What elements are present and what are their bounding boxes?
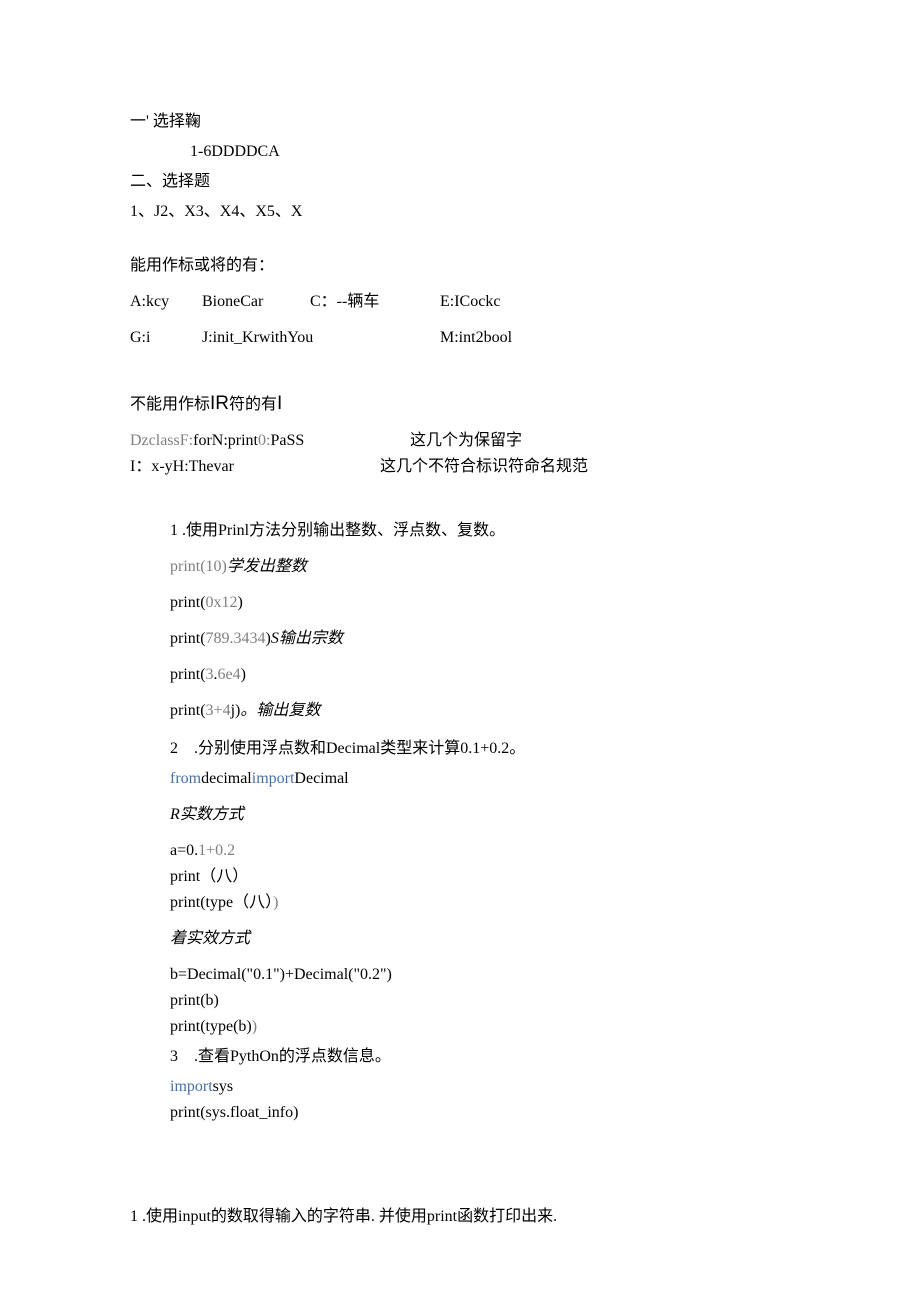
q1-l3-d: S输出宗数 <box>271 630 343 647</box>
q2-l1: a=0.1+0.2 <box>170 839 790 863</box>
cannot-left-1d: PaSS <box>270 432 304 449</box>
footer-line: 1 .使用input的数取得输入的字符串. 并使用print函数打印出来. <box>130 1205 790 1229</box>
q1-l4-d: 6e4 <box>218 666 241 683</box>
cannot-title: 不能用作标IR符的有I <box>130 390 790 419</box>
q2-l5: print(b) <box>170 989 790 1013</box>
q1-line-4: print(3.6e4) <box>170 663 790 687</box>
document-page: 一' 选择鞠 1-6DDDDCA 二、选择题 1、J2、X3、X4、X5、X 能… <box>0 0 920 1301</box>
q1-l2-b: 0x12 <box>206 594 238 611</box>
q2-imp-d: Decimal <box>294 770 348 787</box>
cannot-left-1b: forN:print <box>193 432 258 449</box>
q2-l6-b: ) <box>252 1018 257 1035</box>
heading-1: 一' 选择鞠 <box>130 110 790 134</box>
q1-l4-b: 3 <box>206 666 214 683</box>
cell-j: J:init_KrwithYou <box>202 326 440 350</box>
q2-sub2: 着实效方式 <box>170 927 790 951</box>
q3-l1: importsys <box>170 1075 790 1099</box>
q2-l6: print(type(b)) <box>170 1015 790 1039</box>
q1-line-1: print(10)学发出整数 <box>170 555 790 579</box>
q1-line-5: print(3+4j)。输出复数 <box>170 699 790 723</box>
cannot-title-c: 符的有 <box>229 396 277 413</box>
q1-l5-a: print( <box>170 702 206 719</box>
footer-question: 1 .使用input的数取得输入的字符串. 并使用print函数打印出来. <box>130 1205 790 1229</box>
q2-l3-a: print(type（八） <box>170 894 273 911</box>
q1-l5-b: 3+4 <box>206 702 231 719</box>
heading-1-prefix: 一' <box>130 113 149 130</box>
q1-title: 1 .使用Prinl方法分别输出整数、浮点数、复数。 <box>170 519 790 543</box>
q2-l1-a: a=0. <box>170 842 198 859</box>
cell-g: G:i <box>130 326 202 350</box>
q1-l2-a: print( <box>170 594 206 611</box>
cannot-title-d: I <box>277 393 282 414</box>
cannot-left-1c: 0: <box>258 432 270 449</box>
can-use-title: 能用作标或将的有： <box>130 254 790 278</box>
q2-l1-b: 1+0.2 <box>198 842 235 859</box>
q3-l2: print(sys.float_info) <box>170 1101 790 1125</box>
cannot-title-a: 不能用作标 <box>130 396 210 413</box>
cell-c: C：--辆车 <box>310 290 440 314</box>
question-1: 1 .使用Prinl方法分别输出整数、浮点数、复数。 print(10)学发出整… <box>130 519 790 723</box>
q2-l4: b=Decimal("0.1")+Decimal("0.2") <box>170 963 790 987</box>
cannot-left-1a: DzclassF: <box>130 432 193 449</box>
q1-l5-d: 。 <box>240 702 256 719</box>
q1-l4-a: print( <box>170 666 206 683</box>
cannot-right-2: 这几个不符合标识符命名规范 <box>380 455 588 479</box>
can-use-row-1: A:kcy BioneCar C：--辆车 E:ICockc <box>130 290 790 314</box>
section-cannot-use: 不能用作标IR符的有I DzclassF:forN:print0:PaSS 这几… <box>130 390 790 479</box>
q1-l1-a: print(10) <box>170 558 227 575</box>
q2-title: 2 .分别使用浮点数和Decimal类型来计算0.1+0.2。 <box>170 737 790 761</box>
q2-l3: print(type（八）) <box>170 891 790 915</box>
line-judge: 1、J2、X3、X4、X5、X <box>130 200 790 224</box>
can-use-row-2: G:i J:init_KrwithYou M:int2bool <box>130 326 790 350</box>
cannot-row-1: DzclassF:forN:print0:PaSS 这几个为保留字 <box>130 429 790 453</box>
q3-l1-a: import <box>170 1078 213 1095</box>
cannot-left-2: I：x-yH:Thevar <box>130 455 380 479</box>
q1-l5-c: j) <box>231 702 241 719</box>
cell-e: E:ICockc <box>440 290 500 314</box>
section-can-use: 能用作标或将的有： A:kcy BioneCar C：--辆车 E:ICockc… <box>130 254 790 350</box>
q2-imp-b: decimal <box>201 770 252 787</box>
answer-key: 1-6DDDDCA <box>130 140 790 164</box>
q1-line-2: print(0x12) <box>170 591 790 615</box>
q1-line-3: print(789.3434)S输出宗数 <box>170 627 790 651</box>
q2-l2: print（八） <box>170 865 790 889</box>
heading-2: 二、选择题 <box>130 170 790 194</box>
cell-a: A:kcy <box>130 290 202 314</box>
question-2: 2 .分别使用浮点数和Decimal类型来计算0.1+0.2。 fromdeci… <box>130 737 790 1039</box>
question-3: 3 .查看PythOn的浮点数信息。 importsys print(sys.f… <box>130 1045 790 1125</box>
cannot-right-1: 这几个为保留字 <box>410 429 522 453</box>
q2-import: fromdecimalimportDecimal <box>170 767 790 791</box>
q2-imp-c: import <box>252 770 295 787</box>
q1-l5-e: 输出复数 <box>256 702 320 719</box>
q1-l4-e: ) <box>241 666 246 683</box>
q2-sub1: R实数方式 <box>170 803 790 827</box>
cannot-row-2: I：x-yH:Thevar 这几个不符合标识符命名规范 <box>130 455 790 479</box>
q2-l3-b: ) <box>273 894 278 911</box>
cell-m: M:int2bool <box>440 326 512 350</box>
q3-l1-b: sys <box>213 1078 233 1095</box>
q3-title: 3 .查看PythOn的浮点数信息。 <box>170 1045 790 1069</box>
q2-l6-a: print(type(b) <box>170 1018 252 1035</box>
q2-imp-a: from <box>170 770 201 787</box>
cannot-title-b: IR <box>210 393 229 414</box>
heading-1-text: 选择鞠 <box>153 113 201 130</box>
cell-b: BioneCar <box>202 290 310 314</box>
q1-l1-b: 学发出整数 <box>227 558 307 575</box>
q1-l3-a: print( <box>170 630 206 647</box>
q1-l3-b: 789.3434 <box>206 630 266 647</box>
cannot-left-1: DzclassF:forN:print0:PaSS <box>130 429 410 453</box>
q1-l2-c: ) <box>238 594 243 611</box>
